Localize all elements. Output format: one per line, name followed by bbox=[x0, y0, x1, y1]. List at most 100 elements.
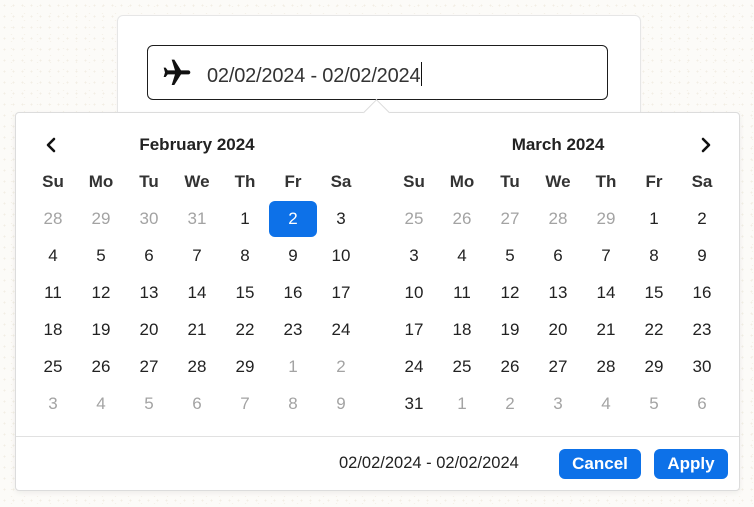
day-cell[interactable]: 15 bbox=[221, 275, 269, 311]
day-cell[interactable]: 8 bbox=[221, 238, 269, 274]
day-cell[interactable]: 23 bbox=[678, 312, 726, 348]
day-cell[interactable]: 19 bbox=[486, 312, 534, 348]
day-cell[interactable]: 30 bbox=[125, 201, 173, 237]
day-cell[interactable]: 18 bbox=[438, 312, 486, 348]
day-cell[interactable]: 9 bbox=[317, 386, 365, 422]
day-cell[interactable]: 21 bbox=[173, 312, 221, 348]
day-cell[interactable]: 21 bbox=[582, 312, 630, 348]
day-cell[interactable]: 16 bbox=[678, 275, 726, 311]
day-cell[interactable]: 22 bbox=[630, 312, 678, 348]
day-cell[interactable]: 25 bbox=[29, 349, 77, 385]
day-cell[interactable]: 31 bbox=[173, 201, 221, 237]
weekday-header: We bbox=[545, 172, 571, 191]
day-cell[interactable]: 4 bbox=[77, 386, 125, 422]
day-cell[interactable]: 8 bbox=[630, 238, 678, 274]
day-cell[interactable]: 28 bbox=[582, 349, 630, 385]
next-month-button[interactable] bbox=[697, 136, 715, 154]
day-cell[interactable]: 27 bbox=[125, 349, 173, 385]
day-cell[interactable]: 1 bbox=[438, 386, 486, 422]
day-cell[interactable]: 11 bbox=[29, 275, 77, 311]
day-cell[interactable]: 7 bbox=[221, 386, 269, 422]
day-cell[interactable]: 10 bbox=[317, 238, 365, 274]
day-cell[interactable]: 10 bbox=[390, 275, 438, 311]
day-cell[interactable]: 29 bbox=[630, 349, 678, 385]
weekday-header: Su bbox=[403, 172, 425, 191]
day-cell[interactable]: 6 bbox=[125, 238, 173, 274]
day-cell[interactable]: 12 bbox=[77, 275, 125, 311]
day-cell[interactable]: 4 bbox=[582, 386, 630, 422]
day-cell[interactable]: 27 bbox=[486, 201, 534, 237]
day-cell[interactable]: 29 bbox=[582, 201, 630, 237]
day-cell[interactable]: 25 bbox=[438, 349, 486, 385]
apply-button[interactable]: Apply bbox=[654, 449, 728, 479]
day-cell[interactable]: 4 bbox=[438, 238, 486, 274]
day-cell[interactable]: 30 bbox=[678, 349, 726, 385]
day-cell[interactable]: 31 bbox=[390, 386, 438, 422]
day-cell[interactable]: 6 bbox=[173, 386, 221, 422]
day-cell[interactable]: 7 bbox=[173, 238, 221, 274]
day-cell[interactable]: 3 bbox=[390, 238, 438, 274]
day-cell[interactable]: 16 bbox=[269, 275, 317, 311]
chevron-left-icon bbox=[46, 137, 56, 153]
day-cell[interactable]: 2 bbox=[317, 349, 365, 385]
day-cell[interactable]: 17 bbox=[390, 312, 438, 348]
text-caret bbox=[421, 62, 423, 86]
weekday-header: Fr bbox=[645, 172, 663, 191]
day-cell[interactable]: 5 bbox=[125, 386, 173, 422]
day-cell[interactable]: 28 bbox=[173, 349, 221, 385]
day-cell[interactable]: 4 bbox=[29, 238, 77, 274]
day-cell[interactable]: 14 bbox=[582, 275, 630, 311]
prev-month-button[interactable] bbox=[42, 136, 60, 154]
day-cell[interactable]: 25 bbox=[390, 201, 438, 237]
day-cell[interactable]: 13 bbox=[534, 275, 582, 311]
day-cell[interactable]: 28 bbox=[29, 201, 77, 237]
day-cell[interactable]: 1 bbox=[221, 201, 269, 237]
day-cell[interactable]: 5 bbox=[486, 238, 534, 274]
weekday-header: Tu bbox=[139, 172, 159, 191]
day-cell[interactable]: 12 bbox=[486, 275, 534, 311]
day-cell[interactable]: 3 bbox=[29, 386, 77, 422]
day-cell[interactable]: 27 bbox=[534, 349, 582, 385]
day-cell[interactable]: 9 bbox=[678, 238, 726, 274]
day-cell[interactable]: 1 bbox=[630, 201, 678, 237]
selected-day-cell[interactable]: 2 bbox=[269, 201, 317, 237]
weekday-header: We bbox=[184, 172, 210, 191]
day-cell[interactable]: 19 bbox=[77, 312, 125, 348]
day-cell[interactable]: 14 bbox=[173, 275, 221, 311]
day-cell[interactable]: 6 bbox=[534, 238, 582, 274]
day-cell[interactable]: 2 bbox=[486, 386, 534, 422]
day-cell[interactable]: 7 bbox=[582, 238, 630, 274]
day-cell[interactable]: 9 bbox=[269, 238, 317, 274]
day-cell[interactable]: 8 bbox=[269, 386, 317, 422]
day-cell[interactable]: 23 bbox=[269, 312, 317, 348]
day-cell[interactable]: 26 bbox=[77, 349, 125, 385]
date-range-input[interactable]: 02/02/2024 - 02/02/2024 bbox=[147, 45, 608, 100]
day-cell[interactable]: 20 bbox=[534, 312, 582, 348]
day-cell[interactable]: 5 bbox=[77, 238, 125, 274]
day-cell[interactable]: 13 bbox=[125, 275, 173, 311]
month-title-left: February 2024 bbox=[139, 135, 255, 154]
day-cell[interactable]: 18 bbox=[29, 312, 77, 348]
day-cell[interactable]: 28 bbox=[534, 201, 582, 237]
day-cell[interactable]: 26 bbox=[438, 201, 486, 237]
day-cell[interactable]: 15 bbox=[630, 275, 678, 311]
day-cell[interactable]: 3 bbox=[534, 386, 582, 422]
day-cell[interactable]: 24 bbox=[390, 349, 438, 385]
day-cell[interactable]: 5 bbox=[630, 386, 678, 422]
day-cell[interactable]: 29 bbox=[77, 201, 125, 237]
day-cell[interactable]: 22 bbox=[221, 312, 269, 348]
day-cell[interactable]: 6 bbox=[678, 386, 726, 422]
day-cell[interactable]: 17 bbox=[317, 275, 365, 311]
weekday-header: Tu bbox=[500, 172, 520, 191]
cancel-button[interactable]: Cancel bbox=[559, 449, 641, 479]
footer-divider bbox=[16, 436, 739, 437]
day-cell[interactable]: 24 bbox=[317, 312, 365, 348]
day-cell[interactable]: 11 bbox=[438, 275, 486, 311]
day-cell[interactable]: 20 bbox=[125, 312, 173, 348]
day-cell[interactable]: 29 bbox=[221, 349, 269, 385]
day-cell[interactable]: 3 bbox=[317, 201, 365, 237]
weekday-header: Fr bbox=[284, 172, 302, 191]
day-cell[interactable]: 1 bbox=[269, 349, 317, 385]
day-cell[interactable]: 26 bbox=[486, 349, 534, 385]
day-cell[interactable]: 2 bbox=[678, 201, 726, 237]
